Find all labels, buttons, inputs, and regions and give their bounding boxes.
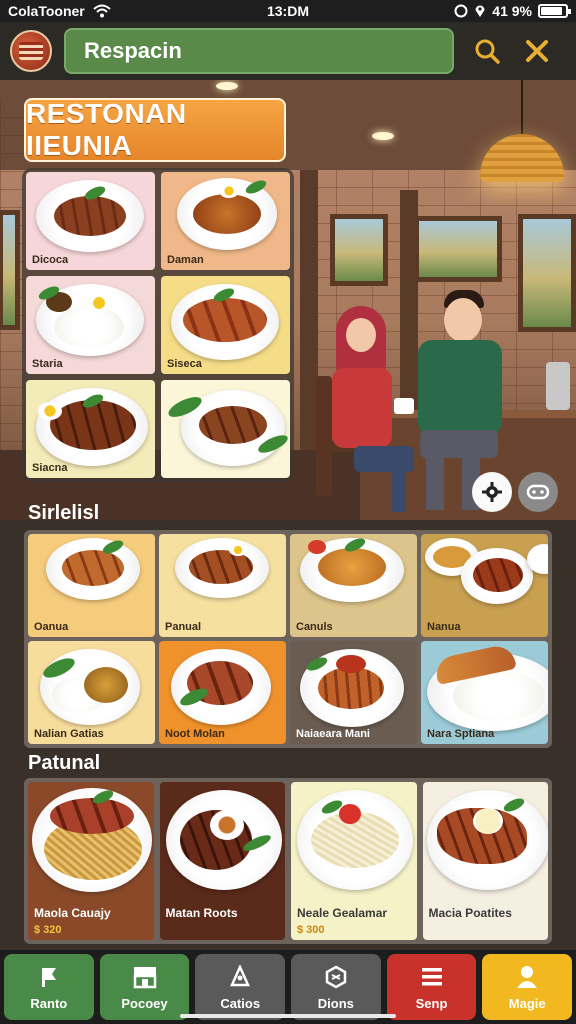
popular-dish-label: Macia Poatites (428, 906, 512, 920)
special-dish-label: Naiaeara Mani (296, 728, 370, 740)
battery-icon (538, 4, 571, 18)
dish-label: Daman (167, 254, 204, 266)
nav-item-pocoey[interactable]: Pocoey (99, 954, 190, 1020)
special-dish-label: Nara Sptiana (427, 728, 495, 740)
special-dish-tile[interactable]: Oanua (28, 534, 155, 637)
nav-item-dions[interactable]: Dions (291, 954, 381, 1020)
close-icon[interactable] (520, 34, 554, 68)
wall-painting (414, 216, 502, 282)
dish-label: Siseca (167, 358, 202, 370)
app-header: Respacin (0, 22, 576, 80)
popular-dish-label: Neale Gealamar (297, 906, 388, 920)
nav-item-magie[interactable]: Magie (482, 954, 573, 1020)
dish-label: Dicoca (32, 254, 69, 266)
nav-item-label: Catios (220, 995, 261, 1011)
restaurant-dish-grid: Dicoca Daman Staria Siseca Siacna (22, 168, 294, 482)
nav-item-ranto[interactable]: Ranto (4, 954, 94, 1020)
special-dish-tile[interactable]: Canuls (290, 534, 417, 637)
nav-item-catios[interactable]: Catios (195, 954, 286, 1020)
popular-dish-tile[interactable]: Neale Gealamar $ 300 (291, 782, 417, 940)
bottom-navigation: Ranto Pocoey Catios Dions Senp Magie (0, 950, 576, 1024)
special-dish-tile[interactable]: Nanua (421, 534, 548, 637)
popular-grid: Maola Cauajy $ 320 Matan Roots Neale Gea… (28, 782, 548, 940)
bell-icon (322, 964, 350, 990)
dish-tile[interactable] (161, 380, 290, 478)
carrier-label: ColaTooner (8, 3, 85, 19)
nav-item-senp[interactable]: Senp (386, 954, 477, 1020)
dish-tile[interactable]: Daman (161, 172, 290, 270)
popular-section-title: Patunal (28, 752, 101, 774)
restaurant-title: RESTONAN IIEUNIA (24, 98, 286, 162)
battery-percent: 41 9% (492, 3, 532, 19)
popular-dish-price: $ 320 (34, 924, 62, 936)
special-dish-label: Canuls (296, 621, 333, 633)
settings-gear-icon[interactable] (472, 472, 512, 512)
dish-tile[interactable]: Staria (26, 276, 155, 374)
nav-item-label: Pocoey (121, 995, 168, 1011)
wall-painting (330, 214, 388, 286)
lock-rotation-icon (454, 4, 468, 18)
special-dish-tile[interactable]: Panual (159, 534, 286, 637)
nav-item-label: Dions (317, 995, 354, 1011)
special-dish-tile[interactable]: Nara Sptiana (421, 641, 548, 744)
person-icon (513, 964, 541, 990)
dish-tile[interactable]: Siacna (26, 380, 155, 478)
specials-section-title: Sirlelisl (28, 502, 100, 524)
menu-list-icon (418, 964, 446, 990)
game-controller-icon[interactable] (518, 472, 558, 512)
popular-dish-tile[interactable]: Macia Poatites (422, 782, 548, 940)
popular-dish-label: Matan Roots (165, 906, 238, 920)
search-input[interactable]: Respacin (64, 28, 454, 74)
popular-dish-tile[interactable]: Matan Roots (159, 782, 285, 940)
wall-painting (0, 210, 20, 330)
ceiling-light (372, 132, 394, 140)
dish-label: Staria (32, 358, 63, 370)
special-dish-label: Panual (165, 621, 202, 633)
home-indicator[interactable] (180, 1014, 396, 1018)
special-dish-label: Oanua (34, 621, 69, 633)
popular-dish-tile[interactable]: Maola Cauajy $ 320 (28, 782, 154, 940)
dish-tile[interactable]: Dicoca (26, 172, 155, 270)
status-bar: ColaTooner 13:DM 41 9% (0, 0, 576, 22)
lamp-cord (521, 80, 523, 135)
special-dish-tile[interactable]: Nalian Gatias (28, 641, 155, 744)
special-dish-label: Nalian Gatias (34, 728, 104, 740)
chef-icon (226, 964, 254, 990)
storefront-icon (131, 964, 159, 990)
special-dish-tile[interactable]: Naiaeara Mani (290, 641, 417, 744)
nav-item-label: Ranto (30, 995, 68, 1011)
wall-painting (518, 214, 576, 332)
flag-icon (35, 964, 63, 990)
coffee-cup (394, 398, 414, 414)
popular-dish-label: Maola Cauajy (34, 906, 111, 920)
coffee-machine (546, 362, 570, 410)
nav-item-label: Senp (415, 995, 448, 1011)
woman-figure (330, 306, 414, 512)
ceiling-light (216, 82, 238, 90)
specials-grid: Oanua Panual Canuls Nanua Nalian Gatias … (28, 534, 548, 744)
wifi-icon (93, 4, 111, 18)
search-icon[interactable] (470, 34, 504, 68)
popular-dish-price: $ 300 (297, 924, 325, 936)
special-dish-label: Nanua (427, 621, 461, 633)
dish-label: Siacna (32, 462, 68, 474)
dish-tile[interactable]: Siseca (161, 276, 290, 374)
restaurant-avatar-icon[interactable] (10, 30, 52, 72)
special-dish-label: Noot Molan (165, 728, 225, 740)
location-icon (475, 5, 485, 17)
special-dish-tile[interactable]: Noot Molan (159, 641, 286, 744)
nav-item-label: Magie (508, 995, 546, 1011)
